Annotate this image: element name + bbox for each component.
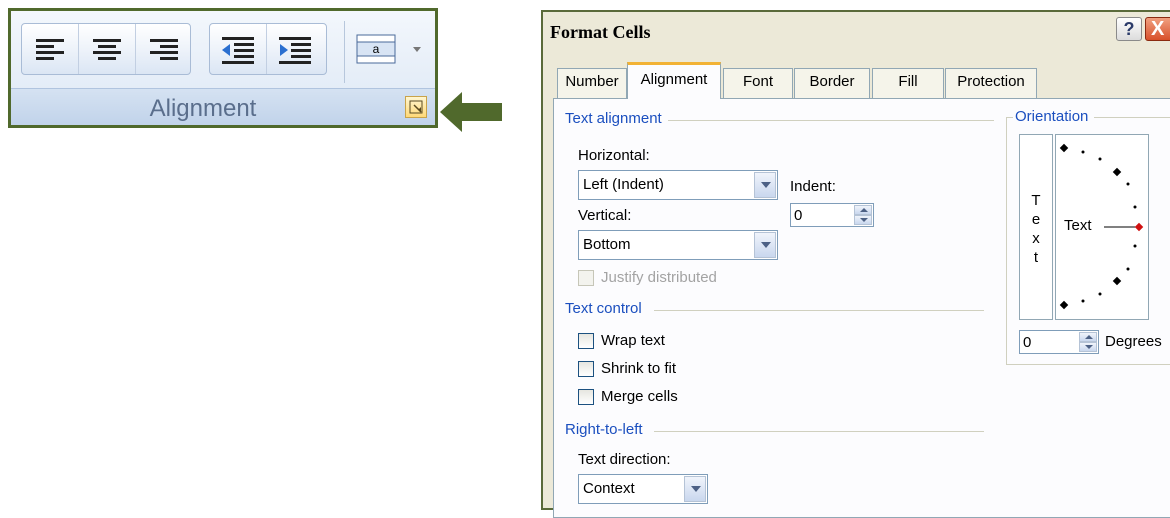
vertical-text-button[interactable]: T e x t — [1019, 134, 1053, 320]
close-button[interactable]: X — [1145, 17, 1170, 41]
vertical-label: Vertical: — [578, 207, 632, 224]
align-right-icon — [150, 39, 178, 60]
align-left-icon — [36, 39, 64, 60]
shrink-to-fit-checkbox[interactable] — [578, 361, 594, 377]
indent-value: 0 — [794, 207, 803, 224]
chevron-down-icon[interactable] — [754, 232, 776, 258]
merge-center-button[interactable]: a — [355, 27, 427, 71]
tab-alignment[interactable]: Alignment — [627, 62, 721, 99]
indent-stepper[interactable]: 0 — [790, 203, 874, 227]
merge-cells-label[interactable]: Merge cells — [601, 388, 678, 405]
vertical-text-letter: T — [1031, 192, 1041, 209]
text-direction-select[interactable]: Context — [578, 474, 708, 504]
section-rule — [654, 431, 984, 432]
degrees-label: Degrees — [1105, 333, 1162, 350]
callout-arrow-left-icon — [440, 92, 502, 132]
vertical-select[interactable]: Bottom — [578, 230, 778, 260]
vertical-text-letter: t — [1033, 249, 1039, 266]
chevron-down-icon[interactable] — [754, 172, 776, 198]
section-rule — [664, 120, 994, 121]
section-text-control: Text control — [565, 300, 648, 317]
align-left-button[interactable] — [22, 24, 79, 74]
tab-number[interactable]: Number — [557, 68, 627, 98]
section-orientation: Orientation — [1013, 108, 1095, 125]
decrease-indent-button[interactable] — [210, 24, 267, 74]
shrink-to-fit-label[interactable]: Shrink to fit — [601, 360, 676, 377]
text-direction-value: Context — [583, 480, 635, 497]
merge-center-icon: a — [356, 34, 421, 64]
alignment-panel: Text alignment Horizontal: Left (Indent)… — [553, 98, 1170, 518]
tab-font[interactable]: Font — [723, 68, 793, 98]
degrees-value: 0 — [1023, 334, 1032, 351]
wrap-text-checkbox[interactable] — [578, 333, 594, 349]
orientation-dial[interactable]: Text — [1055, 134, 1149, 320]
ribbon-group-footer: Alignment — [11, 88, 435, 125]
tab-fill[interactable]: Fill — [872, 68, 944, 98]
degrees-stepper[interactable]: 0 — [1019, 330, 1099, 354]
ribbon-alignment-group: a Alignment — [8, 8, 438, 128]
text-direction-label: Text direction: — [578, 451, 671, 468]
degrees-down-icon[interactable] — [1079, 342, 1097, 352]
horizontal-label: Horizontal: — [578, 147, 650, 164]
svg-text:a: a — [373, 42, 380, 56]
section-right-to-left: Right-to-left — [565, 421, 649, 438]
justify-distributed-label: Justify distributed — [601, 269, 717, 286]
decrease-indent-icon — [222, 37, 254, 64]
indent-label: Indent: — [790, 178, 836, 195]
alignment-buttons — [21, 23, 191, 75]
justify-distributed-checkbox — [578, 270, 594, 286]
indent-down-icon[interactable] — [854, 215, 872, 225]
align-right-button[interactable] — [136, 24, 192, 74]
ribbon-separator — [344, 21, 345, 83]
section-rule — [654, 310, 984, 311]
format-cells-dialog: Format Cells ? X Number Alignment Font B… — [541, 10, 1170, 518]
degrees-up-icon[interactable] — [1079, 332, 1097, 342]
indent-up-icon[interactable] — [854, 205, 872, 215]
horizontal-value: Left (Indent) — [583, 176, 664, 193]
vertical-text-letter: x — [1032, 230, 1040, 247]
chevron-down-icon[interactable] — [684, 476, 706, 502]
vertical-text-letter: e — [1031, 211, 1041, 228]
tab-border[interactable]: Border — [794, 68, 870, 98]
dialog-titlebar[interactable]: Format Cells ? X — [543, 12, 1170, 48]
dialog-title: Format Cells — [550, 22, 651, 42]
horizontal-select[interactable]: Left (Indent) — [578, 170, 778, 200]
dialog-launcher-button[interactable] — [405, 96, 427, 118]
ribbon-group-label: Alignment — [149, 95, 257, 122]
dialog-launcher-icon — [409, 100, 423, 114]
orientation-box: Orientation T e x t Text 0 Degrees — [1006, 108, 1170, 365]
merge-cells-checkbox[interactable] — [578, 389, 594, 405]
dial-text: Text — [1064, 217, 1092, 234]
align-center-button[interactable] — [79, 24, 136, 74]
vertical-value: Bottom — [583, 236, 631, 253]
align-center-icon — [93, 39, 121, 60]
help-button[interactable]: ? — [1116, 17, 1142, 41]
wrap-text-label[interactable]: Wrap text — [601, 332, 665, 349]
increase-indent-icon — [279, 37, 311, 64]
tab-protection[interactable]: Protection — [945, 68, 1037, 98]
increase-indent-button[interactable] — [267, 24, 323, 74]
section-text-alignment: Text alignment — [565, 110, 668, 127]
indent-buttons — [209, 23, 327, 75]
